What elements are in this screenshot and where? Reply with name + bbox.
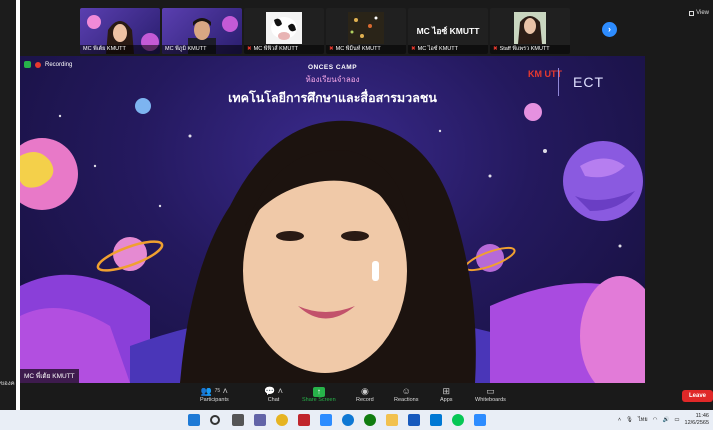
whiteboards-label: Whiteboards — [475, 397, 506, 403]
participant-name: MC พี่เต้ย KMUTT — [80, 45, 160, 54]
participant-name: ✖ MC พี่มิ้นท์ KMUTT — [326, 45, 406, 54]
record-button[interactable]: ◉ Record — [356, 385, 374, 403]
share-screen-label: Share Screen — [302, 397, 336, 403]
whiteboards-button[interactable]: ▭ Whiteboards — [475, 385, 506, 403]
participant-name: ✖ MC ไอซ์ KMUTT — [408, 45, 488, 54]
participant-thumbnail[interactable]: MC พี่เต้ย KMUTT — [80, 8, 160, 54]
background-window-text: ของค — [0, 381, 15, 387]
speaker-name-tag: MC พี่เต้ย KMUTT — [20, 369, 79, 383]
view-button[interactable]: View — [689, 10, 709, 16]
chrome-icon[interactable] — [276, 414, 288, 426]
chat-button[interactable]: 💬 ˄ Chat — [264, 385, 283, 403]
slide-title: เทคโนโลยีการศึกษาและสื่อสารมวลชน — [228, 91, 437, 105]
leave-button[interactable]: Leave — [682, 390, 713, 402]
participant-thumbnail[interactable]: MC พี่ภูมิ KMUTT — [162, 8, 242, 54]
active-speaker-video: Recording ONCES CAMP ห้องเรียนจำลอง เทคโ… — [20, 56, 645, 383]
clock-time: 11:46 — [695, 413, 709, 419]
gallery-side-area: View — [645, 0, 713, 383]
apps-button[interactable]: ⊞ Apps — [440, 385, 453, 403]
chevron-up-icon[interactable]: ˄ — [618, 417, 621, 423]
meeting-toolbar: 👥 75 ˄ Participants 💬 ˄ Chat ↑ Share Scr… — [20, 383, 713, 410]
grid-icon — [689, 10, 695, 16]
store-icon[interactable] — [430, 414, 442, 426]
ect-logo: ECT — [573, 74, 604, 90]
muted-mic-icon: ✖ — [247, 46, 252, 52]
start-icon[interactable] — [188, 414, 200, 426]
line-icon[interactable] — [452, 414, 464, 426]
reactions-button[interactable]: ☺ Reactions — [394, 385, 418, 403]
muted-mic-icon: ✖ — [329, 46, 334, 52]
chat-label: Chat — [267, 397, 280, 403]
app-red-icon[interactable] — [298, 414, 310, 426]
chevron-right-icon: › — [608, 24, 611, 34]
file-explorer-icon[interactable] — [386, 414, 398, 426]
search-icon[interactable] — [210, 415, 220, 425]
participant-display-name: MC ไอซ์ KMUTT — [416, 26, 480, 36]
zoom-meeting-icon[interactable] — [474, 414, 486, 426]
chevron-up-icon: ˄ — [277, 386, 283, 396]
clock[interactable]: 11:46 12/6/2565 — [685, 413, 709, 427]
chevron-up-icon: ˄ — [222, 386, 228, 396]
kmutt-logo: KM UTT — [528, 69, 562, 79]
next-page-button[interactable]: › — [602, 22, 617, 37]
speaker-icon[interactable]: 🔊 — [662, 417, 669, 423]
record-label: Record — [356, 397, 374, 403]
microphone-icon[interactable]: 🎙 — [626, 417, 633, 423]
participant-thumbnail[interactable]: MC ไอซ์ KMUTT ✖ MC ไอซ์ KMUTT — [408, 8, 488, 54]
whiteboard-icon: ▭ — [486, 386, 495, 396]
clock-date: 12/6/2565 — [684, 420, 709, 426]
system-tray: ˄ 🎙 ไทย ◠ 🔊 ▭ 11:46 12/6/2565 — [618, 413, 709, 427]
participants-button[interactable]: 👥 75 ˄ Participants — [200, 385, 229, 403]
reactions-icon: ☺ — [401, 386, 411, 396]
participant-strip: MC พี่เต้ย KMUTT MC พี่ภูมิ KMUTT ✖ MC พี… — [20, 0, 645, 56]
participant-name: ✖ Staff พี่แพรว KMUTT — [490, 45, 570, 54]
share-screen-icon: ↑ — [312, 387, 325, 397]
teams-chat-icon[interactable] — [254, 414, 266, 426]
participants-count: 75 — [214, 388, 221, 394]
background-window: ของค — [0, 0, 18, 410]
view-label: View — [696, 10, 709, 16]
xbox-icon[interactable] — [364, 414, 376, 426]
battery-icon[interactable]: ▭ — [674, 417, 679, 423]
word-icon[interactable] — [408, 414, 420, 426]
zoom-icon[interactable] — [320, 414, 332, 426]
share-screen-button[interactable]: ↑ Share Screen — [302, 385, 336, 403]
edge-icon[interactable] — [342, 414, 354, 426]
language-indicator[interactable]: ไทย — [638, 416, 648, 424]
participant-thumbnail[interactable]: ✖ MC พี่มิ้นท์ KMUTT — [326, 8, 406, 54]
wifi-icon[interactable]: ◠ — [653, 417, 658, 423]
muted-mic-icon: ✖ — [493, 46, 498, 52]
zoom-meeting-window: ของค MC พี่เต้ย KMUTT MC พี่ภูมิ KMUTT ✖… — [0, 0, 713, 430]
participants-icon: 👥 — [200, 386, 213, 396]
task-view-icon[interactable] — [232, 414, 244, 426]
apps-icon: ⊞ — [442, 386, 451, 396]
record-icon: ◉ — [360, 386, 369, 396]
chat-icon: 💬 — [264, 386, 276, 396]
muted-mic-icon: ✖ — [411, 46, 416, 52]
reactions-label: Reactions — [394, 397, 419, 403]
participant-name: MC พี่ภูมิ KMUTT — [162, 45, 242, 54]
logo-divider — [558, 68, 559, 96]
participant-thumbnail[interactable]: ✖ MC พี่ฟิวส์ KMUTT — [244, 8, 324, 54]
participant-thumbnail[interactable]: ✖ Staff พี่แพรว KMUTT — [490, 8, 570, 54]
windows-taskbar: ˄ 🎙 ไทย ◠ 🔊 ▭ 11:46 12/6/2565 — [0, 410, 713, 430]
apps-label: Apps — [440, 397, 453, 403]
participants-label: Participants — [200, 397, 229, 403]
participant-name: ✖ MC พี่ฟิวส์ KMUTT — [244, 45, 324, 54]
